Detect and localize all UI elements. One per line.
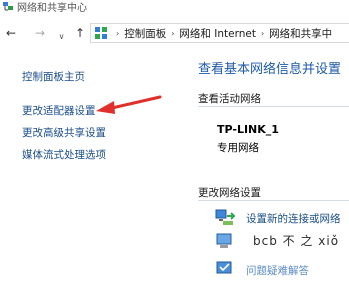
active-networks-heading: 查看活动网络 [198,93,261,105]
network-setup-icon [215,209,236,225]
change-settings-heading: 更改网络设置 [198,187,261,199]
network-type: 专用网络 [217,142,259,154]
divider [198,200,349,201]
network-name: TP-LINK_1 [217,123,279,136]
divider [198,106,349,107]
page-title: 查看基本网络信息并设置 [198,62,342,77]
network-adapter-icon [216,233,232,248]
obscured-task-text: bcb 不 之 xiǒ [253,234,340,248]
troubleshoot-icon [216,261,232,274]
troubleshoot-link[interactable]: 问题疑难解答 [246,263,309,278]
setup-new-connection-link[interactable]: 设置新的连接或网络 [246,211,341,226]
